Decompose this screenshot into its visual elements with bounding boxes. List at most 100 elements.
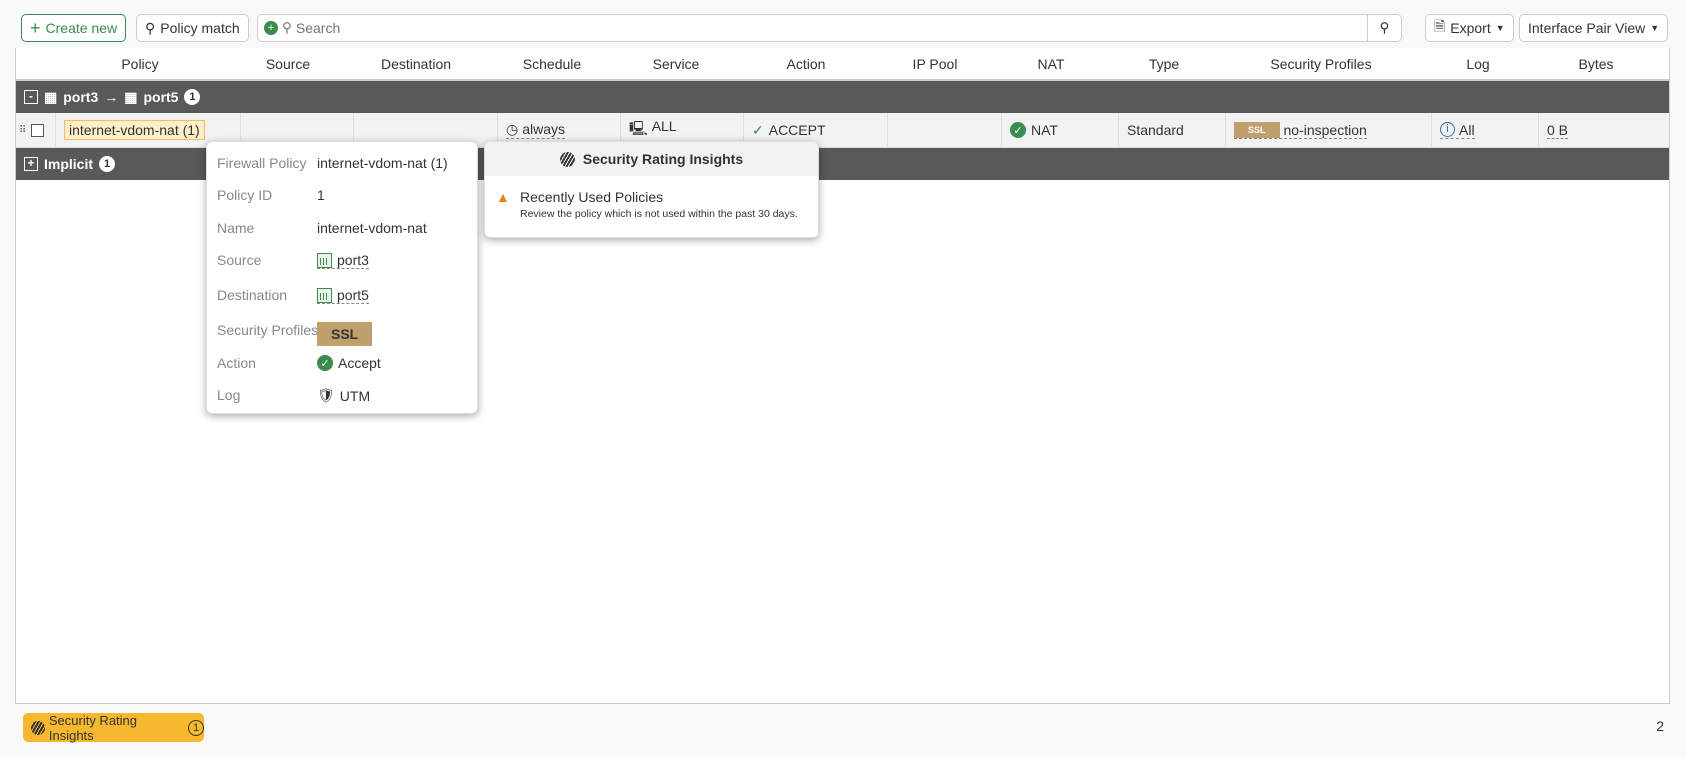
log-text: UTM	[339, 387, 371, 404]
implicit-count-badge: 1	[99, 156, 116, 172]
value-destination[interactable]: port5	[317, 287, 369, 304]
service-icon: 🖳	[629, 119, 648, 136]
col-action[interactable]: Action	[787, 56, 826, 72]
log-value[interactable]: All	[1459, 122, 1475, 138]
collapse-toggle[interactable]: -	[24, 90, 38, 104]
security-rating-icon	[31, 720, 45, 735]
warning-icon: ▲	[496, 189, 510, 205]
table-header: Policy Source Destination Schedule Servi…	[16, 48, 1669, 81]
ssl-badge: SSL	[317, 322, 373, 346]
caret-down-icon: ▼	[1650, 23, 1660, 33]
row-checkbox[interactable]	[31, 123, 45, 137]
port-icon: ▦	[124, 88, 138, 105]
search-submit-button[interactable]: ⚲	[1367, 15, 1401, 41]
col-nat[interactable]: NAT	[1038, 56, 1065, 72]
insight-title[interactable]: Recently Used Policies	[520, 189, 663, 205]
search-icon: ⚲	[145, 19, 156, 36]
col-type[interactable]: Type	[1149, 56, 1179, 72]
col-policy[interactable]: Policy	[121, 56, 158, 72]
cell-type: Standard	[1118, 113, 1225, 147]
export-button[interactable]: 🗎 Export ▼	[1425, 14, 1514, 42]
value-name: internet-vdom-nat	[317, 220, 427, 236]
col-log[interactable]: Log	[1466, 56, 1489, 72]
drag-handle-icon[interactable]: ⠿	[19, 125, 26, 136]
value-log: 🛡 UTM	[317, 387, 370, 404]
expand-toggle[interactable]: +	[24, 157, 38, 171]
security-rating-icon	[559, 151, 575, 167]
type-value: Standard	[1127, 122, 1184, 138]
shield-icon: 🛡	[317, 387, 335, 403]
source-port[interactable]: port3	[337, 252, 369, 268]
group-from: port3	[63, 89, 99, 105]
export-icon: 🗎	[1434, 18, 1446, 34]
policy-match-label: Policy match	[160, 20, 240, 36]
insights-label: Security Rating Insights	[48, 712, 138, 743]
search-input[interactable]	[295, 20, 1363, 36]
cell-log[interactable]: i All	[1431, 113, 1538, 147]
value-firewall-policy: internet-vdom-nat (1)	[317, 155, 448, 171]
policy-match-button[interactable]: ⚲ Policy match	[136, 14, 249, 42]
add-filter-icon[interactable]: +	[264, 21, 278, 35]
implicit-label: Implicit	[44, 156, 94, 172]
port-icon	[317, 287, 332, 303]
checkmark-icon: ✓	[752, 121, 764, 138]
info-icon: i	[1440, 121, 1455, 137]
caret-down-icon: ▼	[1495, 23, 1505, 33]
port-icon	[317, 252, 332, 268]
col-bytes[interactable]: Bytes	[1578, 56, 1613, 72]
security-rating-insights-button[interactable]: Security Rating Insights 1	[23, 712, 204, 743]
search-icon: ⚲	[282, 20, 292, 35]
value-policy-id: 1	[317, 187, 325, 203]
schedule-icon: ◷	[506, 121, 519, 137]
col-security-profiles[interactable]: Security Profiles	[1270, 56, 1371, 72]
create-new-button[interactable]: + Create new	[21, 14, 127, 42]
label-source: Source	[217, 252, 262, 268]
label-policy-id: Policy ID	[217, 187, 273, 203]
cell-ip-pool	[887, 113, 1001, 147]
label-security-profiles: Security Profiles	[217, 322, 319, 338]
group-count-badge: 1	[184, 89, 201, 105]
value-source[interactable]: port3	[317, 252, 369, 269]
search-icon: ⚲	[1379, 20, 1390, 35]
label-name: Name	[217, 220, 255, 236]
service-value[interactable]: ALL	[652, 118, 677, 142]
plus-icon: +	[30, 17, 41, 38]
policy-name[interactable]: internet-vdom-nat (1)	[64, 120, 205, 140]
row-select[interactable]: ⠿	[16, 113, 55, 147]
label-destination: Destination	[217, 287, 288, 303]
col-destination[interactable]: Destination	[381, 56, 451, 72]
check-circle-icon: ✓	[1010, 122, 1026, 138]
cell-bytes[interactable]: 0 B	[1538, 113, 1671, 147]
export-label: Export	[1450, 20, 1491, 36]
port-icon: ▦	[44, 88, 58, 105]
insights-title: Security Rating Insights	[582, 151, 744, 167]
view-select[interactable]: Interface Pair View ▼	[1519, 14, 1669, 42]
col-ip-pool[interactable]: IP Pool	[913, 56, 958, 72]
label-firewall-policy: Firewall Policy	[217, 155, 307, 171]
insights-header: Security Rating Insights	[485, 142, 818, 176]
col-service[interactable]: Service	[653, 56, 700, 72]
search-bar: + ⚲ ⚲	[257, 14, 1402, 42]
destination-port[interactable]: port5	[337, 287, 369, 303]
insights-count-badge: 1	[188, 719, 204, 736]
create-new-label: Create new	[45, 20, 118, 36]
nat-value: NAT	[1031, 122, 1058, 138]
value-action: ✓ Accept	[317, 355, 381, 371]
cell-security-profiles[interactable]: SSL no-inspection	[1225, 113, 1431, 147]
security-profile-value[interactable]: no-inspection	[1284, 122, 1367, 138]
col-source[interactable]: Source	[266, 56, 310, 72]
bytes-value[interactable]: 0 B	[1547, 122, 1569, 139]
security-rating-insights-popup: Security Rating Insights ▲ Recently Used…	[484, 141, 819, 238]
schedule-value[interactable]: always	[522, 121, 565, 138]
insight-description: Review the policy which is not used with…	[520, 208, 798, 220]
group-row-port3-port5[interactable]: - ▦ port3 → ▦ port5 1	[16, 81, 1669, 113]
action-value: ACCEPT	[768, 122, 826, 138]
cell-nat: ✓ NAT	[1001, 113, 1118, 147]
label-action: Action	[217, 355, 256, 371]
col-schedule[interactable]: Schedule	[523, 56, 581, 72]
label-log: Log	[217, 387, 241, 403]
group-to: port5	[143, 89, 179, 105]
view-label: Interface Pair View	[1528, 20, 1646, 36]
policy-tooltip: Firewall Policy internet-vdom-nat (1) Po…	[206, 141, 478, 414]
check-circle-icon: ✓	[317, 355, 333, 371]
